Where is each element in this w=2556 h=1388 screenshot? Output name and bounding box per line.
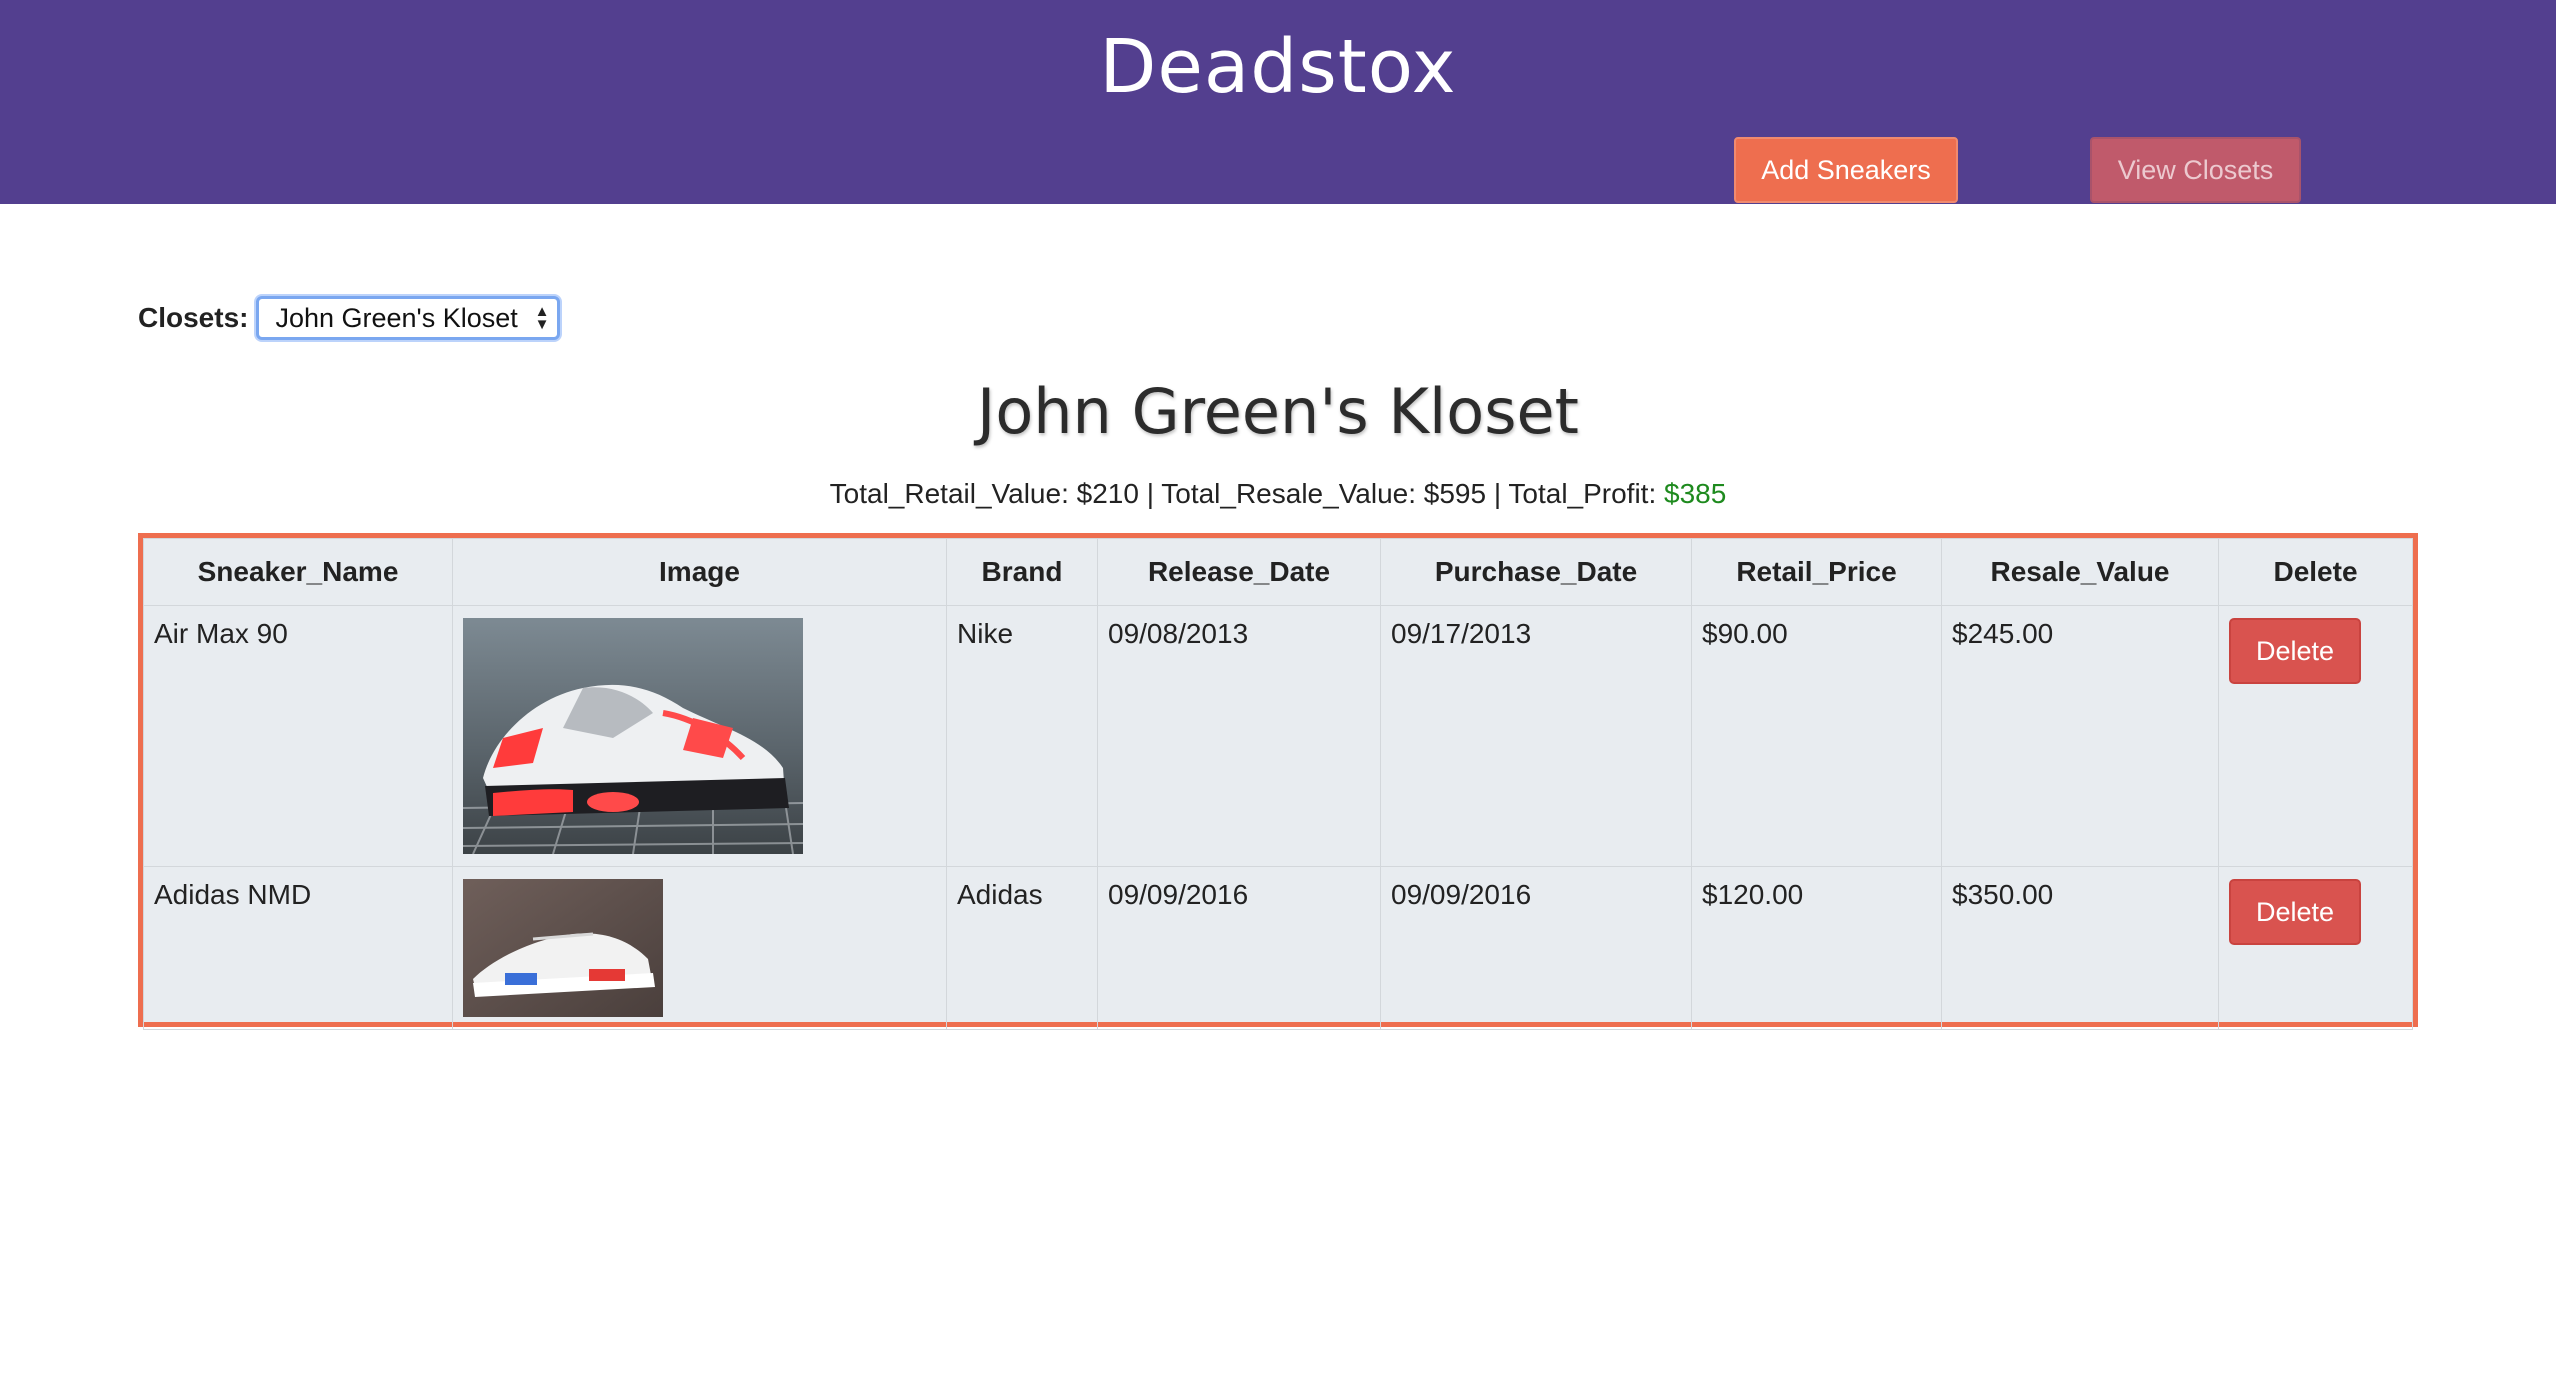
brand-cell: Adidas	[946, 866, 1098, 1030]
sneaker-name-cell: Air Max 90	[143, 605, 453, 867]
delete-button[interactable]: Delete	[2229, 618, 2361, 684]
brand-cell: Nike	[946, 605, 1098, 867]
app-header: Deadstox Add Sneakers View Closets	[0, 0, 2556, 204]
header-brand: Brand	[946, 538, 1098, 606]
add-sneakers-button[interactable]: Add Sneakers	[1734, 137, 1958, 203]
closet-selector-row: Closets: John Green's Kloset ▲ ▼	[138, 296, 561, 340]
total-profit-value: $385	[1664, 478, 1727, 509]
table-row: Air Max 90 Nike 09/08/2013 09/17/2013 $9…	[143, 605, 2413, 867]
header-retail-price: Retail_Price	[1691, 538, 1942, 606]
totals-text: Total_Retail_Value: $210 | Total_Resale_…	[829, 478, 1665, 509]
sneaker-image-cell	[452, 866, 947, 1030]
closet-select-value: John Green's Kloset	[275, 302, 518, 333]
closet-totals: Total_Retail_Value: $210 | Total_Resale_…	[0, 478, 2556, 510]
delete-cell: Delete	[2218, 605, 2413, 867]
retail-price-cell: $90.00	[1691, 605, 1942, 867]
purchase-date-cell: 09/17/2013	[1380, 605, 1692, 867]
sneaker-image	[463, 879, 663, 1017]
release-date-cell: 09/08/2013	[1097, 605, 1381, 867]
sneaker-image	[463, 618, 803, 854]
table-row: Adidas NMD Adidas 09/09/2016 09/09/2016 …	[143, 866, 2413, 1030]
closet-title: John Green's Kloset	[977, 375, 1579, 448]
sneakers-table-container: Sneaker_Name Image Brand Release_Date Pu…	[138, 533, 2418, 1030]
header-delete: Delete	[2218, 538, 2413, 606]
release-date-cell: 09/09/2016	[1097, 866, 1381, 1030]
view-closets-button[interactable]: View Closets	[2090, 137, 2301, 203]
header-purchase-date: Purchase_Date	[1380, 538, 1692, 606]
header-release-date: Release_Date	[1097, 538, 1381, 606]
resale-value-cell: $350.00	[1941, 866, 2219, 1030]
sneaker-image-cell	[452, 605, 947, 867]
closets-label: Closets:	[138, 302, 249, 333]
app-title: Deadstox	[1099, 24, 1457, 110]
purchase-date-cell: 09/09/2016	[1380, 866, 1692, 1030]
select-arrows-icon: ▲ ▼	[534, 303, 550, 333]
delete-cell: Delete	[2218, 866, 2413, 1030]
header-resale-value: Resale_Value	[1941, 538, 2219, 606]
retail-price-cell: $120.00	[1691, 866, 1942, 1030]
closet-select[interactable]: John Green's Kloset ▲ ▼	[256, 296, 561, 340]
table-header-row: Sneaker_Name Image Brand Release_Date Pu…	[143, 538, 2413, 606]
header-sneaker-name: Sneaker_Name	[143, 538, 453, 606]
sneakers-table: Sneaker_Name Image Brand Release_Date Pu…	[143, 538, 2413, 1030]
header-image: Image	[452, 538, 947, 606]
sneaker-name-cell: Adidas NMD	[143, 866, 453, 1030]
resale-value-cell: $245.00	[1941, 605, 2219, 867]
delete-button[interactable]: Delete	[2229, 879, 2361, 945]
